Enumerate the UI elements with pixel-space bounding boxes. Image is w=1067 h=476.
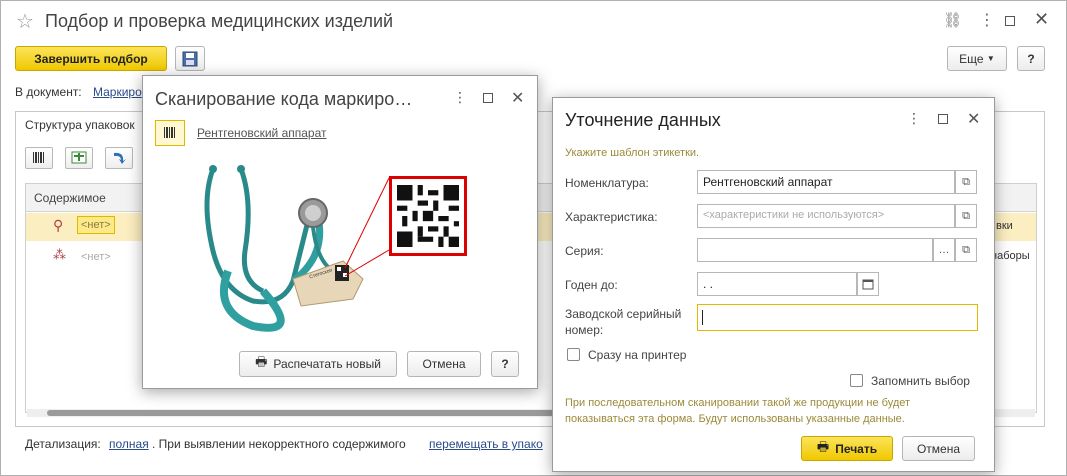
remember-choice-label[interactable]: Запомнить выбор <box>871 374 970 388</box>
open-icon[interactable]: ⧉ <box>955 204 977 228</box>
calendar-icon[interactable] <box>857 272 879 296</box>
chevron-down-icon: ▼ <box>986 54 995 63</box>
close-icon[interactable]: ✕ <box>1034 9 1049 30</box>
detail-label: Детализация: <box>25 437 101 451</box>
clarify-dialog-title: Уточнение данных <box>565 110 721 130</box>
nomenclature-label: Номенклатура: <box>565 176 649 190</box>
serial-label: Заводской серийный номер: <box>565 306 681 338</box>
barcode-scan-button[interactable] <box>25 147 53 169</box>
more-vertical-icon[interactable]: ⋮ <box>907 110 921 127</box>
open-icon[interactable]: ⧉ <box>955 238 977 262</box>
right-col-row2: наборы <box>991 250 1030 262</box>
product-link[interactable]: Рентгеновский аппарат <box>197 126 327 140</box>
doc-link[interactable]: Маркиро <box>93 85 142 99</box>
detail-link-move[interactable]: перемещать в упако <box>429 437 543 451</box>
nomenclature-field[interactable]: Рентгеновский аппарат <box>697 170 955 194</box>
close-icon[interactable]: ✕ <box>511 88 524 108</box>
characteristic-field[interactable]: <характеристики не используются> <box>697 204 955 228</box>
structure-tab-label[interactable]: Структура упаковок <box>25 118 135 132</box>
print-button[interactable]: 🖶 Печать <box>801 436 893 461</box>
maximize-icon[interactable] <box>1005 16 1015 26</box>
doc-label: В документ: <box>15 85 82 99</box>
info-text: При последовательном сканировании такой … <box>565 397 911 425</box>
series-field[interactable] <box>697 238 933 262</box>
more-vertical-icon[interactable]: ⋮ <box>453 89 467 106</box>
maximize-icon[interactable] <box>483 93 493 103</box>
print-button-label: Печать <box>835 441 878 456</box>
move-button[interactable] <box>105 147 133 169</box>
scan-dialog: Сканирование кода маркиро… ⋮ ✕ Рентгенов… <box>142 75 538 389</box>
serial-label-line1: Заводской серийный <box>565 307 682 321</box>
star-icon[interactable]: ☆ <box>16 9 34 34</box>
add-package-icon <box>71 151 87 164</box>
detail-text: . При выявлении некорректного содержимог… <box>152 437 406 451</box>
series-label: Серия: <box>565 244 604 258</box>
cancel-button[interactable]: Отмена <box>902 436 975 461</box>
add-package-button[interactable] <box>65 147 93 169</box>
save-icon <box>182 51 198 66</box>
open-icon[interactable]: ⧉ <box>955 170 977 194</box>
expiry-date-field[interactable]: . . <box>697 272 857 296</box>
barcode-icon <box>164 127 175 138</box>
help-button[interactable]: ? <box>491 351 519 377</box>
row2-value[interactable]: <нет> <box>81 251 111 263</box>
select-button[interactable]: … <box>933 238 955 262</box>
qr-code-zoom <box>389 176 467 256</box>
right-col-row1: вки <box>996 220 1013 232</box>
more-menu-button[interactable]: Еще ▼ <box>947 46 1007 71</box>
more-menu-label: Еще <box>959 51 984 66</box>
maximize-icon[interactable] <box>938 114 948 124</box>
save-button[interactable] <box>175 46 205 71</box>
expiry-label: Годен до: <box>565 278 618 292</box>
column-header-content[interactable]: Содержимое <box>34 191 106 205</box>
scan-dialog-title: Сканирование кода маркиро… <box>155 89 413 109</box>
printer-icon: 🖶 <box>816 438 830 454</box>
print-new-label: Распечатать новый <box>273 357 381 371</box>
serial-label-line2: номер: <box>565 323 604 337</box>
cancel-button[interactable]: Отмена <box>407 351 481 377</box>
window-title: Подбор и проверка медицинских изделий <box>45 11 394 31</box>
to-printer-checkbox[interactable] <box>567 348 580 361</box>
calendar-glyph <box>862 279 874 290</box>
remember-choice-checkbox[interactable] <box>850 374 863 387</box>
package-icon: ⚲ <box>53 217 64 233</box>
serial-number-field[interactable] <box>697 304 978 331</box>
qr-code-icon <box>397 185 459 247</box>
set-icon: ⁂ <box>53 247 66 262</box>
link-icon[interactable]: ⛓ <box>943 11 962 29</box>
characteristic-label: Характеристика: <box>565 210 658 224</box>
barcode-scan-button[interactable] <box>155 120 185 146</box>
to-printer-label[interactable]: Сразу на принтер <box>588 348 686 362</box>
printer-icon: 🖶 <box>255 354 268 369</box>
arrow-icon <box>114 152 126 164</box>
print-new-button[interactable]: 🖶 Распечатать новый <box>239 351 397 377</box>
help-button[interactable]: ? <box>1017 46 1045 71</box>
detail-link[interactable]: полная <box>109 437 149 451</box>
row1-value[interactable]: <нет> <box>77 216 115 234</box>
barcode-icon <box>33 152 44 163</box>
finish-selection-button[interactable]: Завершить подбор <box>15 46 167 71</box>
clarify-dialog: Уточнение данных ⋮ ✕ Укажите шаблон этик… <box>552 97 995 472</box>
hint-text: Укажите шаблон этикетки. <box>565 147 700 159</box>
text-cursor <box>702 310 703 325</box>
close-icon[interactable]: ✕ <box>967 109 980 129</box>
more-vertical-icon[interactable]: ⋮ <box>979 10 995 30</box>
